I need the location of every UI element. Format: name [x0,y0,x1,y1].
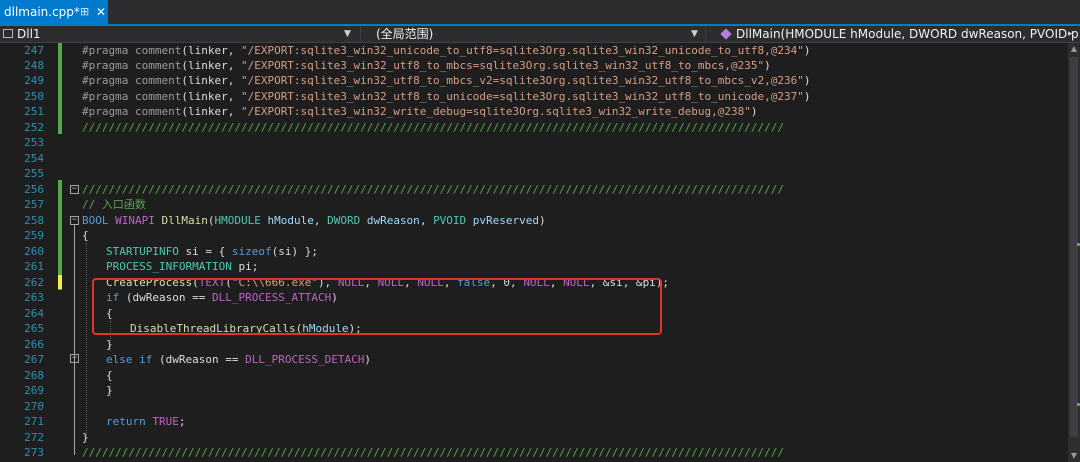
code-line: PROCESS_INFORMATION pi; [106,260,259,273]
line-number: 264 [24,307,44,320]
line-number: 252 [24,121,44,134]
line-number: 271 [24,415,44,428]
line-number: 258 [24,214,44,227]
chevron-down-icon: ▼ [344,29,351,39]
code-line: } [82,431,89,444]
code-line: ////////////////////////////////////////… [82,121,784,134]
line-number: 273 [24,446,44,459]
code-editor[interactable]: 247 248 249 250 251 252 253 254 255 256 … [0,43,1080,462]
vertical-scrollbar[interactable]: ▲ ▼ [1068,43,1080,462]
code-line: #pragma comment(linker, "/EXPORT:sqlite3… [82,44,811,57]
chevron-down-icon: ▼ [691,29,698,39]
code-line: #pragma comment(linker, "/EXPORT:sqlite3… [82,105,758,118]
scope-name: (全局范围) [376,27,434,41]
code-line: { [106,369,113,382]
code-line: STARTUPINFO si = { sizeof(si) }; [106,245,318,258]
scope-dropdown[interactable]: (全局范围) ▼ [361,26,705,42]
line-number: 268 [24,369,44,382]
line-number: 269 [24,384,44,397]
code-line: return TRUE; [106,415,186,428]
project-icon [3,29,13,38]
code-line: #pragma comment(linker, "/EXPORT:sqlite3… [82,74,811,87]
saved-change-bar [58,43,62,134]
fold-toggle[interactable]: − [70,185,79,194]
line-number: 251 [24,105,44,118]
line-number: 255 [24,167,44,180]
project-dropdown[interactable]: Dll1 ▼ [0,26,360,42]
document-tab-strip: dllmain.cpp* ⊞ ✕ [0,0,1080,24]
line-number: 267 [24,353,44,366]
code-line: ////////////////////////////////////////… [82,183,784,196]
close-icon[interactable]: ✕ [96,0,106,24]
code-line: } [106,338,113,351]
project-name: Dll1 [17,27,41,41]
fold-toggle[interactable]: − [70,216,79,225]
line-number: 260 [24,245,44,258]
line-number: 253 [24,136,44,149]
member-dropdown[interactable]: DllMain(HMODULE hModule, DWORD dwReason,… [706,26,1080,42]
line-number: 254 [24,152,44,165]
pin-icon[interactable]: ⊞ [80,0,89,24]
line-number: 249 [24,74,44,87]
code-line: } [106,384,113,397]
line-number: 259 [24,229,44,242]
line-number: 257 [24,198,44,211]
line-number-margin: 247 248 249 250 251 252 253 254 255 256 … [0,43,48,462]
code-line: ////////////////////////////////////////… [82,446,784,459]
line-number: 265 [24,322,44,335]
fold-line [74,225,75,455]
scroll-down-icon[interactable]: ▼ [1068,450,1080,462]
line-number: 266 [24,338,44,351]
tab-dllmain-cpp[interactable]: dllmain.cpp* ⊞ ✕ [0,0,108,24]
indent-guide [86,243,87,439]
saved-change-bar [58,180,62,290]
chevron-right-icon: ▸ [1068,29,1073,39]
code-line: BOOL WINAPI DllMain(HMODULE hModule, DWO… [82,214,546,227]
line-number: 256 [24,183,44,196]
member-name: DllMain(HMODULE hModule, DWORD dwReason,… [736,27,1079,41]
line-number: 270 [24,400,44,413]
scroll-up-icon[interactable]: ▲ [1068,43,1080,55]
highlight-box [92,278,662,335]
code-line: { [82,229,89,242]
line-number: 248 [24,59,44,72]
method-icon [720,28,732,40]
line-number: 247 [24,44,44,57]
line-number: 250 [24,90,44,103]
code-line: #pragma comment(linker, "/EXPORT:sqlite3… [82,59,771,72]
navigation-bar: Dll1 ▼ (全局范围) ▼ DllMain(HMODULE hModule,… [0,26,1080,43]
line-number: 261 [24,260,44,273]
line-number: 272 [24,431,44,444]
code-line: #pragma comment(linker, "/EXPORT:sqlite3… [82,90,811,103]
code-line: // 入口函数 [82,198,146,211]
fold-toggle[interactable]: − [70,354,79,363]
unsaved-change-bar [58,275,62,289]
scrollbar-thumb[interactable] [1070,57,1078,437]
line-number: 263 [24,291,44,304]
code-line: else if (dwReason == DLL_PROCESS_DETACH) [106,353,371,366]
line-number: 262 [24,276,44,289]
tab-title: dllmain.cpp* [4,5,80,19]
